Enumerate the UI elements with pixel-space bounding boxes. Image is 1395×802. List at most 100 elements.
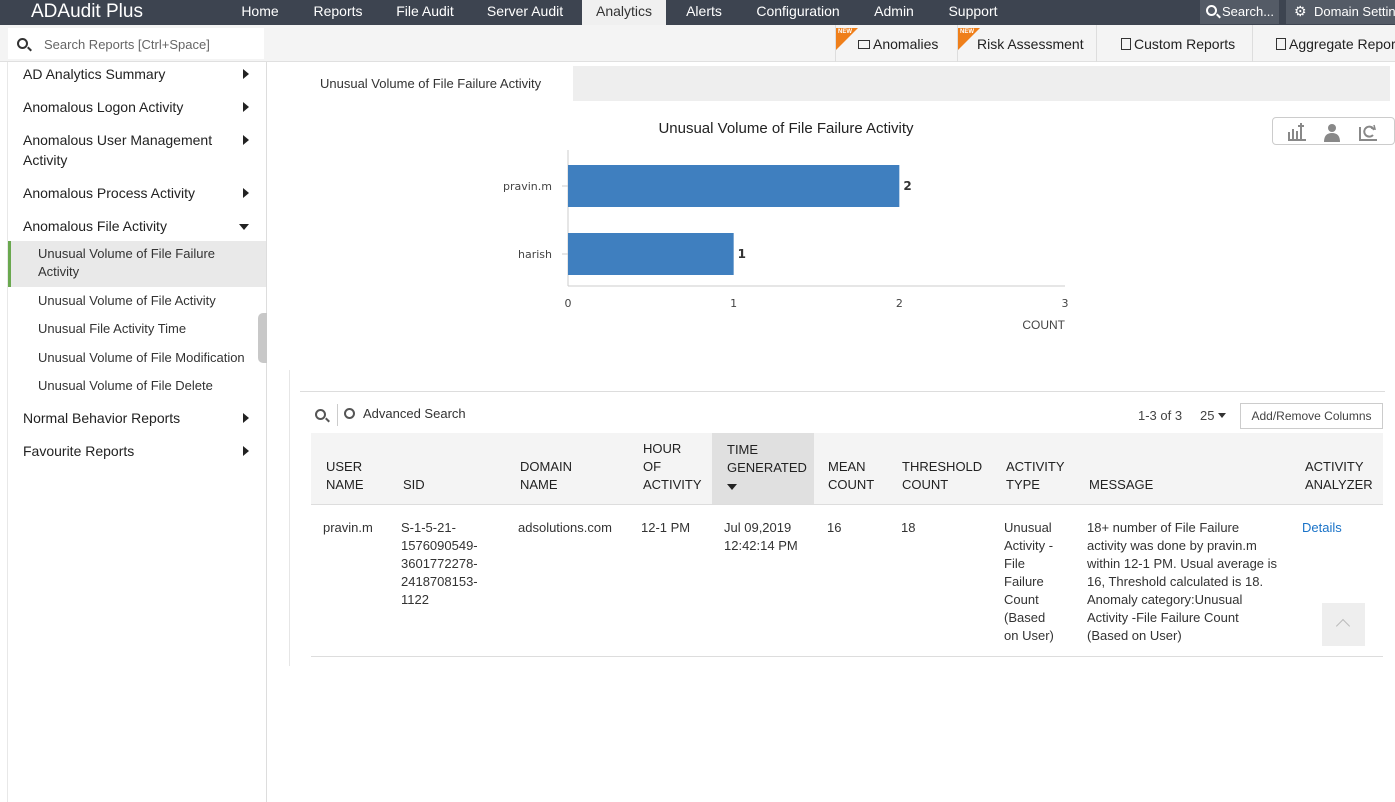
- bar-pravin-m: [568, 165, 900, 207]
- advanced-search-label: Advanced Search: [363, 406, 466, 421]
- sidebar-item-unusual-volume-file-delete[interactable]: Unusual Volume of File Delete: [8, 377, 266, 395]
- category-label: Favourite Reports: [23, 443, 135, 459]
- nav-reports[interactable]: Reports: [308, 0, 368, 25]
- sidebar-category-favourite-reports[interactable]: Favourite Reports: [23, 441, 253, 461]
- category-label: AD Analytics Summary: [23, 66, 166, 82]
- category-label: harish: [518, 248, 552, 261]
- domain-settings-button[interactable]: ⚙ Domain Settings: [1286, 0, 1395, 24]
- bar-chart: Unusual Volume of File Failure Activity p…: [300, 110, 1385, 370]
- x-axis-label: COUNT: [1022, 318, 1065, 332]
- cell-user-name: pravin.m: [323, 520, 373, 535]
- caret-right-icon: [243, 413, 249, 423]
- caret-right-icon: [243, 135, 249, 145]
- column-header-mean-count[interactable]: MEAN COUNT: [828, 458, 874, 494]
- sidebar-category-anomalous-process-activity[interactable]: Anomalous Process Activity: [23, 183, 253, 203]
- cell-activity-type: Unusual Activity - File Failure Count (Based o…: [1004, 520, 1054, 643]
- caret-right-icon: [243, 69, 249, 79]
- column-header-threshold-count[interactable]: THRESHOLD COUNT: [902, 458, 982, 494]
- sidebar-category-anomalous-user-management[interactable]: Anomalous User Management Activity: [23, 130, 249, 170]
- report-search-box: [8, 28, 264, 59]
- column-header-hour-of-activity[interactable]: HOUR OF ACTIVITY: [643, 440, 702, 494]
- report-sidebar: AD Analytics Summary Anomalous Logon Act…: [0, 62, 267, 802]
- nav-admin[interactable]: Admin: [866, 0, 922, 25]
- quick-search-icon[interactable]: [315, 409, 326, 420]
- column-header-message[interactable]: MESSAGE: [1089, 476, 1153, 494]
- x-tick-label: 2: [896, 297, 903, 310]
- grid-header: USER NAME SID DOMAIN NAME HOUR OF ACTIVITY T…: [311, 433, 1383, 505]
- nav-server-audit[interactable]: Server Audit: [480, 0, 570, 25]
- nav-alerts[interactable]: Alerts: [680, 0, 728, 25]
- search-icon: [17, 38, 28, 49]
- custom-reports-button[interactable]: Custom Reports: [1096, 25, 1252, 62]
- cell-message: 18+ number of File Failure activity was d…: [1087, 520, 1278, 643]
- sort-desc-icon: [727, 484, 737, 490]
- x-tick-label: 1: [730, 297, 737, 310]
- gear-icon: ⚙: [1294, 3, 1307, 19]
- content-divider: [289, 370, 290, 666]
- pagination-info: 1-3 of 3: [1138, 408, 1183, 423]
- search-icon: [1206, 5, 1217, 16]
- chart-canvas: Unusual Volume of File Failure Activity p…: [503, 120, 1069, 332]
- column-header-domain-name[interactable]: DOMAIN NAME: [520, 458, 572, 494]
- new-badge-label: NEW: [838, 29, 852, 35]
- x-tick-label: 3: [1062, 297, 1069, 310]
- top-nav-bar: ADAudit Plus Home Reports File Audit Ser…: [0, 0, 1395, 25]
- column-header-user-name[interactable]: USER NAME: [326, 458, 364, 494]
- cell-activity-analyzer: Details: [1302, 519, 1342, 537]
- column-header-time-generated[interactable]: TIME GENERATED: [712, 433, 814, 504]
- risk-assessment-label: Risk Assessment: [977, 36, 1084, 52]
- sidebar-item-unusual-volume-file-failure[interactable]: Unusual Volume of File Failure Activity: [8, 241, 266, 287]
- caret-right-icon: [243, 446, 249, 456]
- column-header-activity-type[interactable]: ACTIVITY TYPE: [1006, 458, 1065, 494]
- anomalies-button[interactable]: NEW Anomalies: [835, 25, 957, 62]
- caret-down-icon: [239, 224, 249, 230]
- anomalies-label: Anomalies: [873, 36, 939, 52]
- global-search-label: Search...: [1222, 4, 1275, 19]
- sidebar-item-unusual-file-activity-time[interactable]: Unusual File Activity Time: [8, 320, 266, 338]
- page-size-select[interactable]: 25: [1200, 408, 1227, 423]
- report-tab-strip: Unusual Volume of File Failure Activity: [290, 66, 1390, 101]
- grid-toolbar: Advanced Search 1-3 of 3 25 Add/Remove C…: [300, 391, 1385, 433]
- bar-harish: [568, 233, 734, 275]
- category-label: Anomalous Logon Activity: [23, 99, 184, 115]
- app-logo[interactable]: ADAudit Plus: [31, 1, 143, 23]
- tab-unusual-volume-file-failure[interactable]: Unusual Volume of File Failure Activity: [290, 66, 573, 101]
- aggregate-reports-label: Aggregate Reports: [1289, 36, 1395, 52]
- add-remove-columns-button[interactable]: Add/Remove Columns: [1240, 403, 1383, 429]
- chart-title: Unusual Volume of File Failure Activity: [658, 120, 914, 137]
- cell-sid: S-1-5-21- 1576090549- 3601772278- 241870815…: [401, 520, 478, 607]
- report-search-input[interactable]: [44, 34, 259, 54]
- advanced-search-link[interactable]: Advanced Search: [344, 406, 466, 421]
- sidebar-collapse-handle[interactable]: [258, 313, 267, 363]
- nav-support[interactable]: Support: [942, 0, 1004, 25]
- monitor-icon: [858, 40, 870, 49]
- sidebar-item-unusual-volume-file-modification[interactable]: Unusual Volume of File Modification: [8, 349, 266, 367]
- nav-configuration[interactable]: Configuration: [750, 0, 846, 25]
- risk-assessment-button[interactable]: NEW Risk Assessment: [957, 25, 1096, 62]
- custom-report-icon: [1121, 38, 1131, 50]
- aggregate-report-icon: [1276, 38, 1286, 50]
- sub-toolbar: NEW Anomalies NEW Risk Assessment Custom…: [0, 25, 1395, 62]
- data-label: 1: [738, 247, 746, 261]
- details-link[interactable]: Details: [1302, 520, 1342, 535]
- scroll-to-top-button[interactable]: [1322, 603, 1365, 646]
- domain-settings-label: Domain Settings: [1314, 4, 1395, 19]
- aggregate-reports-button[interactable]: Aggregate Reports: [1252, 25, 1395, 62]
- custom-reports-label: Custom Reports: [1134, 36, 1236, 52]
- global-search-button[interactable]: Search...: [1200, 0, 1279, 24]
- nav-home[interactable]: Home: [236, 0, 284, 25]
- sidebar-category-anomalous-logon-activity[interactable]: Anomalous Logon Activity: [23, 97, 253, 117]
- sidebar-item-unusual-volume-file-activity[interactable]: Unusual Volume of File Activity: [8, 292, 266, 310]
- column-header-sid[interactable]: SID: [403, 476, 425, 494]
- sidebar-category-normal-behavior-reports[interactable]: Normal Behavior Reports: [23, 408, 253, 428]
- x-tick-label: 0: [565, 297, 572, 310]
- category-label: Anomalous File Activity: [23, 218, 167, 234]
- column-header-activity-analyzer[interactable]: ACTIVITY ANALYZER: [1305, 458, 1373, 494]
- nav-file-audit[interactable]: File Audit: [390, 0, 460, 25]
- nav-analytics[interactable]: Analytics: [582, 0, 666, 25]
- cell-hour-of-activity: 12-1 PM: [641, 520, 691, 535]
- sidebar-category-ad-analytics-summary[interactable]: AD Analytics Summary: [23, 64, 253, 84]
- toolbar-divider: [337, 404, 338, 426]
- sidebar-category-anomalous-file-activity[interactable]: Anomalous File Activity: [23, 216, 253, 236]
- page-size-value: 25: [1200, 408, 1215, 423]
